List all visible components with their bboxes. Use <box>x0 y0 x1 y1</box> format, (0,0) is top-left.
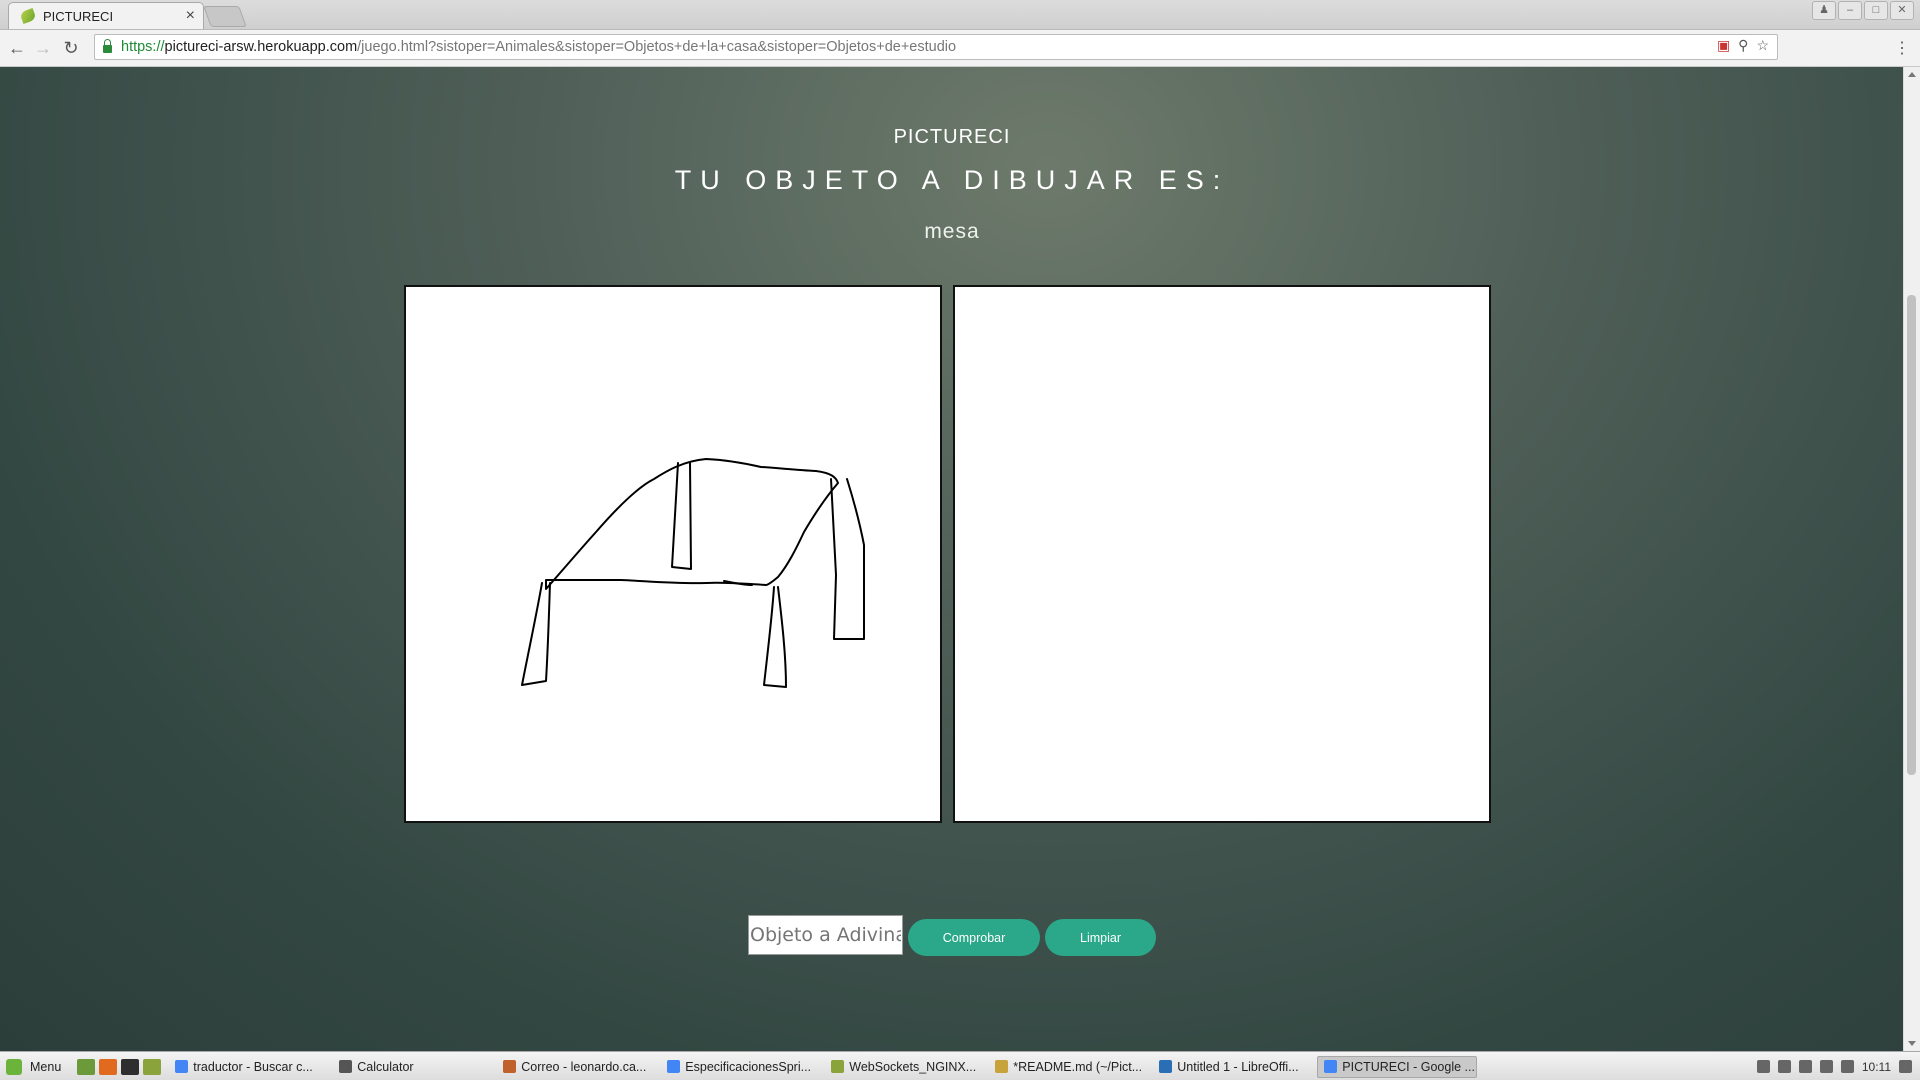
task-app-icon <box>667 1060 681 1073</box>
task-list: traductor - Buscar c... Calculator Correo … <box>169 1055 1481 1078</box>
bookmark-star-icon[interactable]: ☆ <box>1756 37 1769 54</box>
guess-input[interactable] <box>748 915 903 955</box>
task-label: Calculator <box>357 1059 414 1074</box>
task-label: traductor - Buscar c... <box>193 1059 313 1074</box>
volume-icon[interactable] <box>1798 1060 1812 1073</box>
maximize-button[interactable]: □ <box>1864 1 1888 20</box>
taskbar-task[interactable]: EspecificacionesSpri... <box>661 1056 821 1078</box>
table-sketch <box>521 458 865 688</box>
scroll-thumb[interactable] <box>1907 295 1916 775</box>
user-icon[interactable]: ♟ <box>1812 1 1836 20</box>
tab-title: PICTURECI <box>43 8 114 24</box>
taskbar-task[interactable]: WebSockets_NGINX... <box>825 1056 985 1078</box>
clock: 10:11 <box>1861 1059 1891 1074</box>
desktop-icon[interactable] <box>1899 1060 1912 1073</box>
task-app-icon <box>503 1060 517 1073</box>
firefox-icon[interactable] <box>99 1058 118 1075</box>
new-tab-button[interactable] <box>203 6 247 27</box>
task-label: Untitled 1 - LibreOffi... <box>1177 1059 1299 1074</box>
reload-icon[interactable]: ↻ <box>60 37 82 59</box>
front-right-leg <box>763 586 787 688</box>
word-to-draw: mesa <box>924 220 980 243</box>
close-icon[interactable]: × <box>186 8 195 24</box>
url-host: pictureci-arsw.herokuapp.com <box>164 39 358 55</box>
site-name: PICTURECI <box>893 126 1011 148</box>
terminal-icon[interactable] <box>121 1058 140 1075</box>
start-menu-button[interactable]: Menu <box>0 1052 67 1080</box>
page-heading: TU OBJETO A DIBUJAR ES: <box>674 165 1230 195</box>
task-label: *README.md (~/Pict... <box>1013 1059 1143 1074</box>
system-tray: 10:11 <box>1756 1059 1920 1074</box>
game-page: PICTURECI TU OBJETO A DIBUJAR ES: mesa C… <box>0 67 1904 1051</box>
check-button[interactable]: Comprobar <box>908 919 1040 956</box>
taskbar: Menu traductor - Buscar c... Calculator Co… <box>0 1051 1920 1080</box>
shield-icon[interactable] <box>1840 1060 1854 1073</box>
taskbar-task[interactable]: traductor - Buscar c... <box>169 1056 329 1078</box>
taskbar-task[interactable]: *README.md (~/Pict... <box>989 1056 1149 1078</box>
blocked-popup-icon[interactable]: ▣ <box>1717 37 1730 54</box>
url-path: /juego.html?sistoper=Animales&sistoper=O… <box>357 39 957 55</box>
quick-launch <box>77 1058 162 1075</box>
task-label: WebSockets_NGINX... <box>849 1059 977 1074</box>
browser-tab-bar: PICTURECI × ♟ – □ ✕ <box>0 0 1920 30</box>
zoom-icon[interactable]: ⚲ <box>1738 37 1748 54</box>
task-app-icon <box>175 1060 189 1073</box>
mint-logo-icon <box>6 1058 22 1075</box>
forward-arrow-icon[interactable]: → <box>32 37 54 59</box>
back-left-leg <box>671 462 692 570</box>
browser-toolbar: ← → ↻ https:// pictureci-arsw.herokuapp.… <box>0 30 1920 67</box>
show-desktop-icon[interactable] <box>77 1058 96 1075</box>
opponent-canvas <box>953 285 1491 823</box>
task-label: Correo - leonardo.ca... <box>521 1059 647 1074</box>
brightness-icon[interactable] <box>1819 1060 1833 1073</box>
task-label: PICTURECI - Google ... <box>1342 1059 1475 1074</box>
taskbar-task[interactable]: Calculator <box>333 1056 493 1078</box>
network-icon[interactable] <box>1777 1060 1791 1073</box>
task-app-icon <box>1159 1060 1173 1073</box>
window-controls: ♟ – □ ✕ <box>1812 1 1914 20</box>
address-bar[interactable]: https:// pictureci-arsw.herokuapp.com /j… <box>94 34 1778 60</box>
task-app-icon <box>995 1060 1009 1073</box>
clear-button[interactable]: Limpiar <box>1045 919 1156 956</box>
task-label: EspecificacionesSpri... <box>685 1059 812 1074</box>
back-right-leg <box>830 478 865 640</box>
task-app-icon <box>1324 1060 1338 1073</box>
close-window-button[interactable]: ✕ <box>1890 1 1914 20</box>
page-scrollbar[interactable] <box>1903 67 1920 1051</box>
scroll-down-icon[interactable] <box>1908 1041 1916 1046</box>
menu-label: Menu <box>30 1059 62 1074</box>
minimize-button[interactable]: – <box>1838 1 1862 20</box>
task-app-icon <box>339 1060 353 1073</box>
browser-tab[interactable]: PICTURECI × <box>8 2 204 29</box>
taskbar-task[interactable]: Untitled 1 - LibreOffi... <box>1153 1056 1313 1078</box>
taskbar-task[interactable]: Correo - leonardo.ca... <box>497 1056 657 1078</box>
user-icon[interactable] <box>1756 1060 1770 1073</box>
leaf-icon <box>19 7 37 25</box>
url-scheme: https:// <box>121 39 165 55</box>
front-left-leg <box>521 582 551 686</box>
tabletop-stroke <box>545 458 839 590</box>
drawing-canvas[interactable] <box>404 285 942 823</box>
scroll-up-icon[interactable] <box>1908 72 1916 77</box>
chrome-menu-icon[interactable]: ⋮ <box>1894 38 1910 58</box>
folder-icon[interactable] <box>143 1058 162 1075</box>
lock-icon <box>103 39 112 53</box>
back-arrow-icon[interactable]: ← <box>6 37 28 59</box>
taskbar-task[interactable]: PICTURECI - Google ... <box>1317 1055 1478 1078</box>
task-app-icon <box>831 1060 845 1073</box>
